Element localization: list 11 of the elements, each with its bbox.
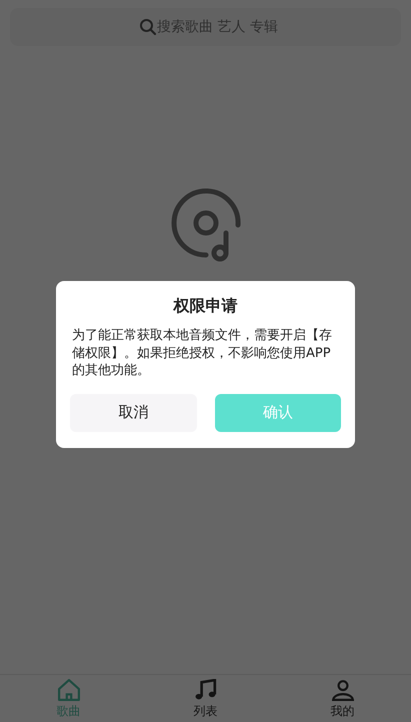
nav-tab[interactable]: 歌曲 [0, 675, 137, 722]
person-icon [332, 678, 354, 700]
dialog-title: 权限申请 [172, 295, 238, 317]
music-note-icon [194, 678, 216, 700]
dialog-message: 为了能正常获取本地音频文件，需要开启【存储权限】。如果拒绝授权，不影响您使用APP的其他功能。 [71, 327, 333, 380]
nav-tab[interactable]: 我的 [274, 675, 411, 722]
cancel-button[interactable]: 取消 [70, 394, 196, 432]
home-icon [58, 678, 80, 700]
confirm-button[interactable]: 确认 [214, 394, 341, 432]
nav-tab[interactable]: 列表 [137, 675, 274, 722]
search-icon [139, 18, 157, 36]
